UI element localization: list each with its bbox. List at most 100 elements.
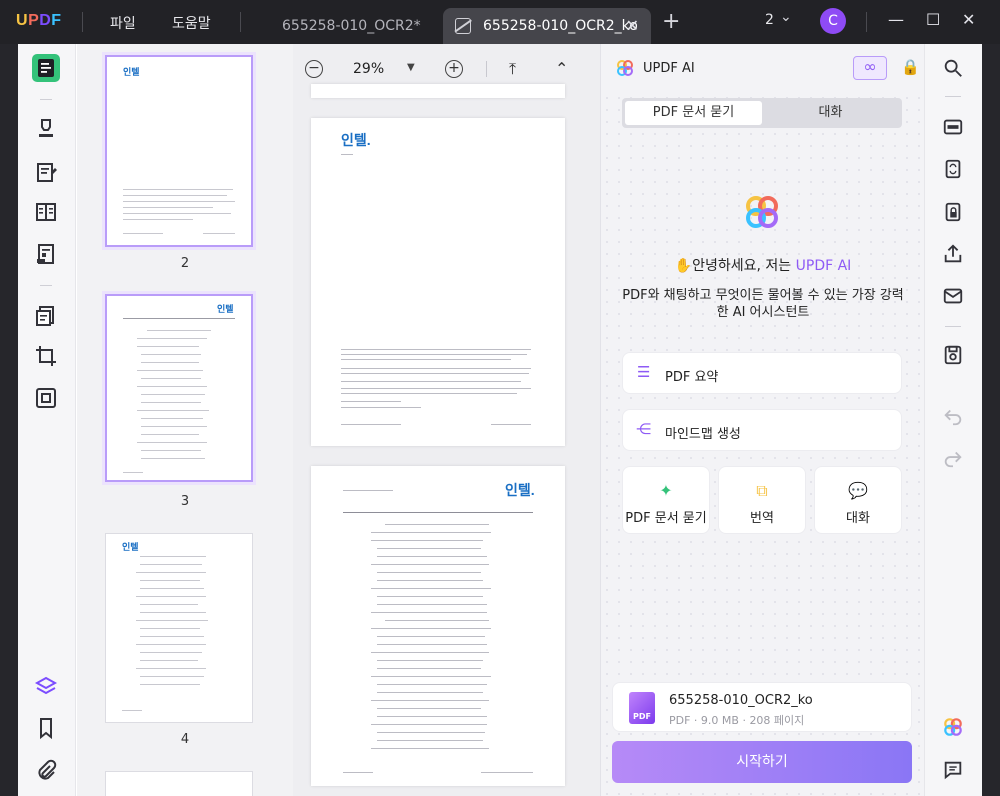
tab-document-2[interactable]: 655258-010_OCR2_ko ✕ <box>443 8 651 44</box>
greeting-text: 안녕하세요, 저는 <box>692 258 796 274</box>
avatar[interactable]: C <box>820 8 846 34</box>
ask-pdf-card[interactable]: ✦ PDF 문서 묻기 <box>622 466 710 534</box>
convert-file-icon[interactable] <box>942 158 964 180</box>
divider <box>40 99 52 100</box>
share-icon[interactable] <box>942 243 964 265</box>
thumbnail-page-5[interactable] <box>105 771 253 796</box>
redo-icon[interactable] <box>942 447 964 469</box>
translate-card[interactable]: ⧉ 번역 <box>718 466 806 534</box>
tab-ask-pdf[interactable]: PDF 문서 묻기 <box>625 101 762 125</box>
zoom-in-button[interactable]: + <box>445 60 463 78</box>
mindmap-label: 마인드맵 생성 <box>665 427 741 442</box>
comment-icon[interactable] <box>942 759 964 781</box>
first-page-icon[interactable]: ⤒ <box>509 59 516 79</box>
thumbnail-brand: 인텔 <box>123 67 140 77</box>
divider <box>945 96 961 97</box>
minimize-button[interactable]: — <box>888 10 904 29</box>
search-icon[interactable] <box>942 57 964 79</box>
thumbnail-panel: 인텔 2 인텔 3 인텔 4 <box>77 44 293 796</box>
ai-panel-title: UPDF AI <box>643 61 695 76</box>
mindmap-button[interactable]: ⋲ 마인드맵 생성 <box>622 409 902 451</box>
translate-icon: ⧉ <box>756 481 768 500</box>
chat-card[interactable]: 💬 대화 <box>814 466 902 534</box>
zoom-dropdown-icon[interactable]: ▼ <box>407 62 415 73</box>
undo-icon[interactable] <box>942 405 964 427</box>
new-tab-button[interactable]: + <box>662 9 680 34</box>
tab-label: 655258-010_OCR2* <box>282 18 421 34</box>
edit-text-icon[interactable] <box>34 160 58 184</box>
read-only-icon <box>455 18 471 34</box>
file-name: 655258-010_OCR2_ko <box>669 693 813 708</box>
ask-pdf-label: PDF 문서 묻기 <box>625 511 707 526</box>
form-icon[interactable] <box>34 242 58 266</box>
thumbnail-brand: 인텔 <box>217 304 234 314</box>
ai-greeting: ✋안녕하세요, 저는 UPDF AI <box>601 255 925 275</box>
ai-header: UPDF AI ∞ 🔒 <box>601 44 925 94</box>
bookmark-icon[interactable] <box>34 716 58 740</box>
selected-file-card[interactable]: PDF 655258-010_OCR2_ko PDF · 9.0 MB · 20… <box>612 682 912 732</box>
updf-ai-large-logo-icon <box>746 196 778 228</box>
divider <box>866 12 867 32</box>
page-2: 인텔. <box>311 118 565 446</box>
document-view[interactable]: − 29% ▼ + ⤒ ⌃ 인텔. 인텔. <box>293 44 600 796</box>
tab-document-1[interactable]: 655258-010_OCR2* <box>268 8 438 44</box>
page-brand: 인텔. <box>505 482 535 498</box>
thumbnail-page-2[interactable]: 인텔 <box>105 55 253 247</box>
updf-ai-icon[interactable] <box>942 716 964 738</box>
summarize-pdf-button[interactable]: ☰ PDF 요약 <box>622 352 902 394</box>
highlighter-icon[interactable] <box>34 116 58 140</box>
tab-chat[interactable]: 대화 <box>762 101 899 125</box>
maximize-button[interactable]: ☐ <box>926 10 940 29</box>
divider <box>82 12 83 32</box>
zoom-level[interactable]: 29% <box>353 61 384 77</box>
page-3: 인텔. <box>311 466 565 786</box>
page-number: 2 <box>180 256 190 271</box>
organize-pages-icon[interactable] <box>34 200 58 224</box>
pdf-file-icon: PDF <box>629 692 655 724</box>
reader-icon[interactable] <box>34 56 58 80</box>
page-number: 4 <box>180 732 190 747</box>
protect-icon[interactable] <box>942 201 964 223</box>
close-tab-icon[interactable]: ✕ <box>626 16 639 35</box>
save-icon[interactable] <box>942 344 964 366</box>
menu-help[interactable]: 도움말 <box>172 13 211 33</box>
chat-label: 대화 <box>846 511 870 526</box>
divider <box>40 285 52 286</box>
start-button[interactable]: 시작하기 <box>612 741 912 783</box>
ocr-icon[interactable] <box>942 116 964 138</box>
page-number: 3 <box>180 494 190 509</box>
page-1-bottom <box>311 84 565 98</box>
crop-icon[interactable] <box>34 344 58 368</box>
magic-wand-icon: ✦ <box>659 481 673 500</box>
thumbnail-brand: 인텔 <box>122 542 139 552</box>
previous-page-icon[interactable]: ⌃ <box>555 59 568 78</box>
attachment-icon[interactable] <box>34 759 58 783</box>
right-toolbar <box>924 44 982 796</box>
updf-ai-logo-icon <box>617 60 633 76</box>
page-brand: 인텔. <box>341 132 371 148</box>
zoom-out-button[interactable]: − <box>305 60 323 78</box>
thumbnail-page-4[interactable]: 인텔 <box>105 533 253 723</box>
page-tools-icon[interactable] <box>34 386 58 410</box>
greeting-brand: UPDF AI <box>795 258 852 274</box>
divider <box>486 61 487 77</box>
updf-logo: UPDF <box>16 12 62 29</box>
divider <box>945 326 961 327</box>
wave-hand-icon: ✋ <box>674 258 693 274</box>
unlimited-icon[interactable]: ∞ <box>853 56 887 80</box>
close-window-button[interactable]: ✕ <box>962 10 975 29</box>
chevron-down-icon[interactable]: ⌄ <box>780 9 792 25</box>
email-icon[interactable] <box>942 285 964 307</box>
convert-icon[interactable] <box>34 304 58 328</box>
ai-assistant-panel: UPDF AI ∞ 🔒 PDF 문서 묻기 대화 ✋안녕하세요, 저는 UPDF… <box>600 44 925 796</box>
layers-icon[interactable] <box>34 674 58 698</box>
chat-bubble-icon: 💬 <box>848 481 868 500</box>
window-count[interactable]: 2 <box>765 12 774 28</box>
title-bar: UPDF 파일 도움말 655258-010_OCR2* 655258-010_… <box>0 0 1000 44</box>
menu-file[interactable]: 파일 <box>110 13 136 33</box>
tab-label: 655258-010_OCR2_ko <box>483 18 638 34</box>
translate-label: 번역 <box>750 511 774 526</box>
thumbnail-page-3[interactable]: 인텔 <box>105 294 253 482</box>
lock-icon[interactable]: 🔒 <box>901 58 920 76</box>
list-icon: ☰ <box>637 363 651 381</box>
